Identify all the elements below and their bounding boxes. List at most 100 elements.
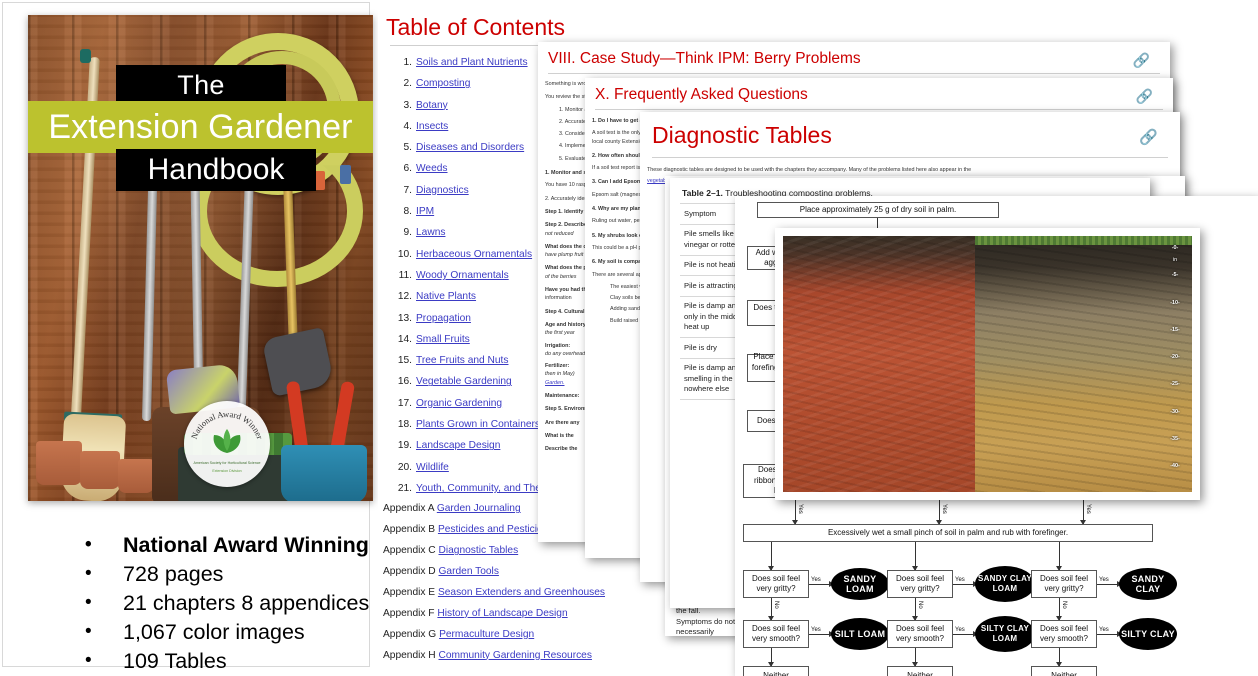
toc-chapter-number: 13. [397, 312, 412, 324]
toc-appendix-number: Appendix F [383, 607, 438, 619]
list-item: 109 Tables [77, 646, 417, 676]
flow-connector [768, 542, 774, 571]
toc-appendix-item[interactable]: Appendix F History of Landscape Design [378, 604, 698, 625]
window-soil-profile-photo[interactable]: -0- in -5- -10- -15- -20- -25- -30- -35-… [775, 228, 1200, 500]
toc-chapter-link[interactable]: Herbaceous Ornamentals [416, 249, 532, 260]
blue-bucket-icon [281, 445, 367, 501]
toc-chapter-number: 2. [403, 78, 413, 90]
flow-result-silty-clay-loam: SILTY CLAY LOAM [975, 616, 1035, 652]
toc-chapter-link[interactable]: Composting [416, 78, 470, 89]
toc-chapter-link[interactable]: Woody Ornamentals [416, 270, 509, 281]
flow-no-label: No [773, 601, 779, 609]
toc-appendix-item[interactable]: Appendix E Season Extenders and Greenhou… [378, 583, 698, 604]
toc-chapter-link[interactable]: Wildlife [416, 462, 449, 473]
link-icon[interactable]: 🔗 [1133, 52, 1150, 69]
flow-top-box: Place approximately 25 g of dry soil in … [757, 202, 999, 218]
flow-yes-label: Yes [1085, 504, 1091, 514]
composting-table-number: Table 2–1. [682, 188, 723, 198]
flow-neither-box: Neither [743, 666, 809, 676]
flow-connector [809, 581, 834, 587]
toc-chapter-link[interactable]: Plants Grown in Containers [416, 419, 540, 430]
soil-profile-image: -0- in -5- -10- -15- -20- -25- -30- -35-… [783, 236, 1192, 492]
award-seal-org: American Society for Horticultural Scien… [193, 461, 261, 465]
toc-chapter-link[interactable]: Diseases and Disorders [416, 142, 524, 153]
flow-connector [1097, 631, 1122, 637]
toc-chapter-link[interactable]: Weeds [416, 163, 448, 174]
toc-appendix-number: Appendix G [383, 628, 440, 640]
toc-appendix-link[interactable]: Garden Journaling [437, 503, 521, 514]
window-title: VIII. Case Study—Think IPM: Berry Proble… [548, 50, 861, 67]
book-cover-image: The Extension Gardener Handbook National… [28, 15, 373, 501]
flow-result-sandy-clay: SANDY CLAY [1119, 568, 1177, 600]
toc-chapter-link[interactable]: Tree Fruits and Nuts [416, 355, 508, 366]
toc-chapter-link[interactable]: Insects [416, 121, 448, 132]
link-icon[interactable]: 🔗 [1139, 128, 1158, 146]
toc-chapter-link[interactable]: Landscape Design [416, 440, 500, 451]
toc-chapter-link[interactable]: Vegetable Gardening [416, 376, 512, 387]
toc-chapter-number: 8. [403, 206, 413, 218]
ruler-mark: -15- [1170, 326, 1180, 333]
toc-chapter-link[interactable]: Small Fruits [416, 334, 470, 345]
flow-connector [953, 631, 978, 637]
cover-title-the: The [116, 65, 286, 105]
ruler-mark: -0- [1171, 244, 1179, 251]
toc-chapter-link[interactable]: Diagnostics [416, 185, 469, 196]
toc-appendix-item[interactable]: Appendix H Community Gardening Resources [378, 646, 698, 667]
soil-profile-red-clay [783, 236, 976, 492]
flow-connector [768, 648, 774, 667]
flow-no-label: No [917, 601, 923, 609]
toc-appendix-link[interactable]: Diagnostic Tables [439, 545, 519, 556]
toc-chapter-link[interactable]: Botany [416, 100, 448, 111]
flow-result-sandy-loam: SANDY LOAM [831, 568, 889, 600]
toc-appendix-link[interactable]: Community Gardening Resources [439, 650, 592, 661]
toc-chapter-number: 7. [403, 184, 413, 196]
grass-layer-icon [975, 236, 1192, 245]
toc-chapter-number: 10. [397, 248, 412, 260]
depth-ruler: -0- in -5- -10- -15- -20- -25- -30- -35-… [1164, 240, 1186, 488]
flow-connector [1056, 598, 1062, 621]
ruler-mark: -40- [1170, 463, 1180, 470]
toc-appendix-link[interactable]: Season Extenders and Greenhouses [438, 587, 605, 598]
slide-canvas: The Extension Gardener Handbook National… [0, 0, 1258, 676]
flow-connector [912, 598, 918, 621]
toc-chapter-link[interactable]: Soils and Plant Nutrients [416, 57, 528, 68]
ruler-mark: -35- [1170, 435, 1180, 442]
toc-chapter-link[interactable]: Propagation [416, 313, 471, 324]
toc-appendix-link[interactable]: History of Landscape Design [437, 608, 567, 619]
flow-connector [936, 498, 942, 525]
toc-appendix-number: Appendix D [383, 565, 439, 577]
flow-smooth-question-box: Does soil feel very smooth? [743, 620, 809, 648]
flow-result-silty-clay: SILTY CLAY [1119, 618, 1177, 650]
toc-appendix-link[interactable]: Permaculture Design [439, 629, 534, 640]
list-item: National Award Winning [77, 530, 417, 560]
toc-appendix-link[interactable]: Garden Tools [439, 566, 499, 577]
toc-appendix-number: Appendix B [383, 524, 438, 536]
ruler-unit: in [1172, 257, 1178, 264]
link-icon[interactable]: 🔗 [1136, 88, 1153, 105]
toc-chapter-number: 14. [397, 333, 412, 345]
flow-yes-label: Yes [1099, 577, 1109, 583]
flow-yes-label: Yes [955, 627, 965, 633]
toc-chapter-link[interactable]: Organic Gardening [416, 398, 502, 409]
feature-bullet-list: National Award Winning 728 pages 21 chap… [37, 530, 417, 676]
toc-chapter-link[interactable]: Native Plants [416, 291, 476, 302]
toc-chapter-number: 6. [403, 163, 413, 175]
flow-connector [912, 542, 918, 571]
toc-appendix-item[interactable]: Appendix G Permaculture Design [378, 625, 698, 646]
toc-chapter-number: 5. [403, 142, 413, 154]
window-title: Diagnostic Tables [652, 122, 832, 148]
toc-chapter-link[interactable]: IPM [416, 206, 434, 217]
toc-chapter-number: 12. [397, 291, 412, 303]
broom-tip-icon [80, 49, 91, 63]
list-item: 1,067 color images [77, 617, 417, 647]
flow-yes-label: Yes [811, 627, 821, 633]
toc-chapter-number: 20. [397, 461, 412, 473]
case-garden-link[interactable]: Garden. [545, 380, 564, 386]
toc-chapter-link[interactable]: Lawns [416, 227, 445, 238]
toc-chapter-number: 17. [397, 397, 412, 409]
flow-no-label: No [1061, 601, 1067, 609]
toc-chapter-number: 1. [403, 57, 413, 68]
toc-chapter-number: 11. [398, 269, 412, 281]
toc-chapter-number: 4. [403, 120, 413, 132]
award-seal-division: Extension Division [212, 469, 242, 473]
